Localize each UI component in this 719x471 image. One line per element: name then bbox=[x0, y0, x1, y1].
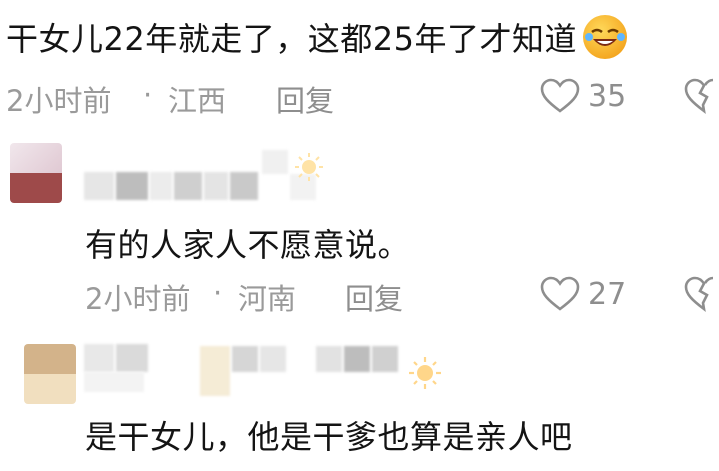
comment-2-time: 2小时前 bbox=[85, 282, 191, 316]
like-button[interactable]: 35 bbox=[540, 78, 626, 114]
meta-separator: · bbox=[143, 78, 153, 112]
broken-heart-icon bbox=[684, 78, 714, 114]
avatar[interactable] bbox=[10, 143, 62, 203]
like-count: 27 bbox=[588, 276, 627, 312]
heart-icon bbox=[540, 78, 580, 113]
avatar[interactable] bbox=[24, 344, 76, 404]
comment-1-location: 江西 bbox=[168, 84, 227, 118]
comment-3-text: 是干女儿，他是干爹也算是亲人吧 bbox=[85, 418, 573, 456]
heart-icon bbox=[540, 276, 580, 311]
comment-1-text: 干女儿22年就走了，这都25年了才知道 bbox=[6, 20, 577, 58]
comment-text: 干女儿22年就走了，这都25年了才知道 bbox=[6, 14, 627, 60]
dislike-button[interactable] bbox=[684, 78, 719, 118]
comment-2-location: 河南 bbox=[238, 282, 297, 316]
like-count: 35 bbox=[588, 78, 627, 114]
comment-1-time: 2小时前 bbox=[6, 84, 112, 118]
rolling-on-floor-laughing-emoji bbox=[582, 15, 627, 59]
like-button[interactable]: 27 bbox=[540, 276, 626, 312]
dislike-button[interactable] bbox=[684, 276, 719, 316]
sun-badge-icon bbox=[409, 357, 441, 389]
comment-2-text: 有的人家人不愿意说。 bbox=[85, 226, 411, 264]
meta-separator: · bbox=[213, 276, 223, 310]
broken-heart-icon bbox=[684, 276, 714, 312]
reply-button[interactable]: 回复 bbox=[276, 78, 334, 120]
reply-button[interactable]: 回复 bbox=[345, 276, 403, 318]
sun-badge-icon bbox=[295, 153, 323, 181]
